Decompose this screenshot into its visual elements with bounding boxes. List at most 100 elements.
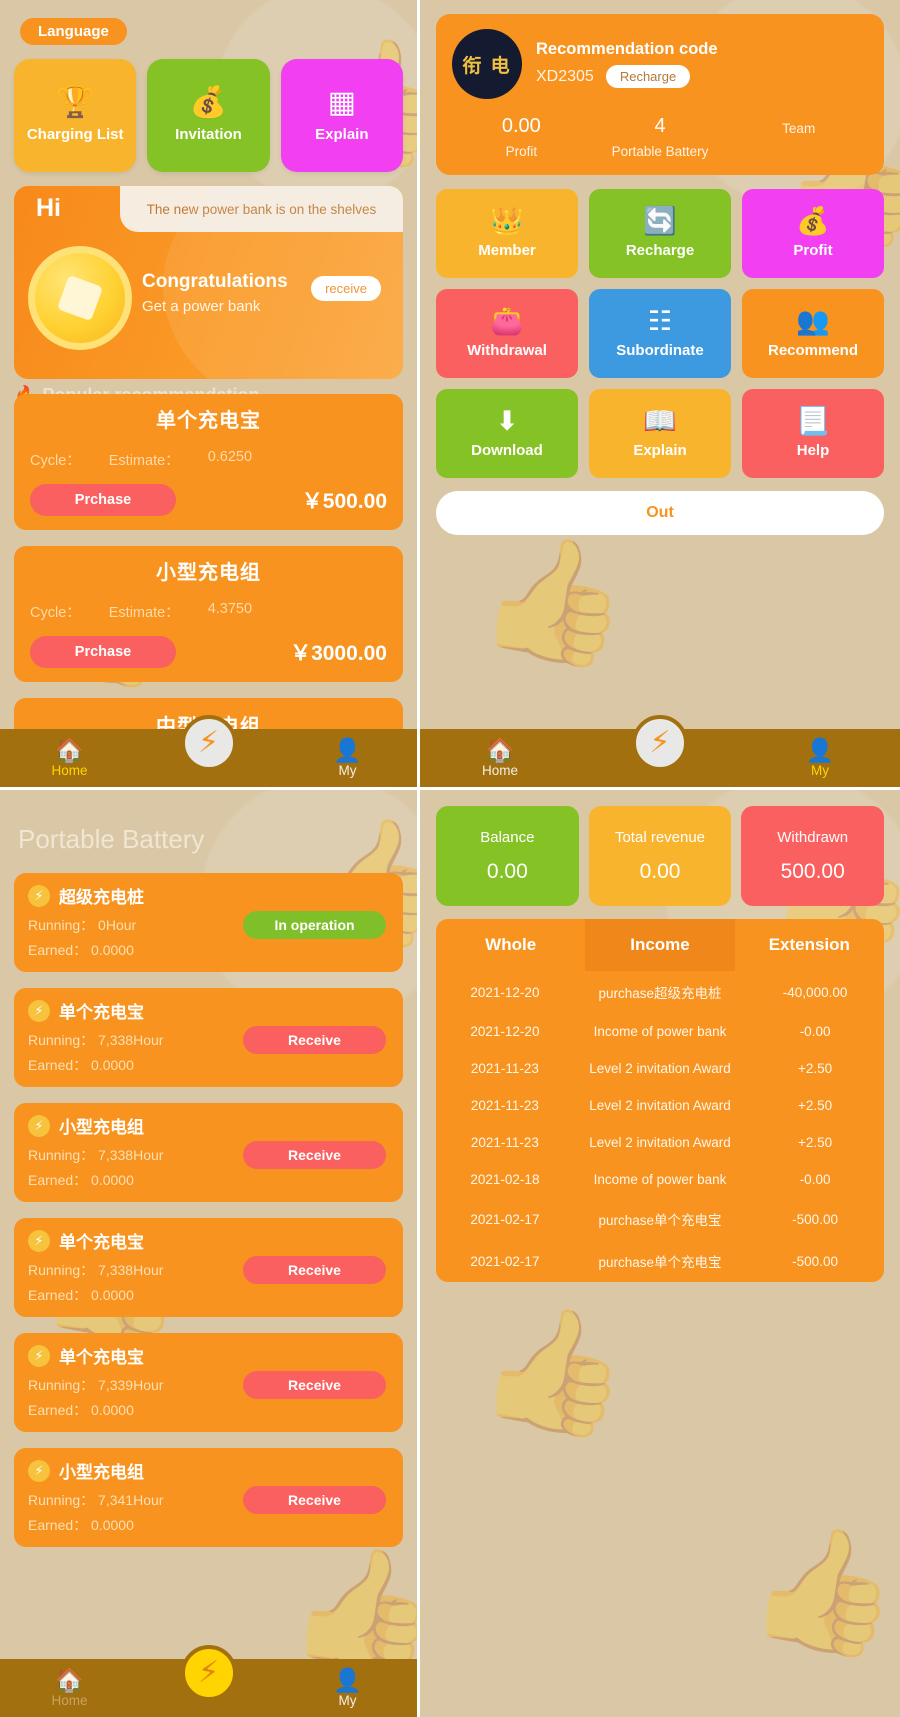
crown-icon: 👑 <box>490 206 524 236</box>
item-action-button[interactable]: Receive <box>243 1026 386 1054</box>
row-description: purchase单个充电宝 <box>598 1213 722 1228</box>
balance-card-withdrawn[interactable]: Withdrawn 500.00 <box>741 806 885 906</box>
tab-my[interactable]: 👤 My <box>278 1668 417 1708</box>
balance-card-balance[interactable]: Balance 0.00 <box>436 806 579 906</box>
tab-my[interactable]: 👤 My <box>278 738 417 778</box>
quick-tile-charging-list[interactable]: 🏆 Charging List <box>14 59 137 172</box>
row-description: Level 2 invitation Award <box>589 1061 731 1076</box>
item-name: 小型充电组 <box>59 1463 144 1482</box>
charge-fab-button[interactable]: ⚡ <box>180 715 237 771</box>
tab-label: Home <box>481 762 518 778</box>
money-bag-icon: 💰 <box>796 206 830 236</box>
hierarchy-icon: ☷ <box>647 306 673 336</box>
table-row: 2021-12-20 Income of power bank -0.00 <box>436 1013 884 1050</box>
logout-button[interactable]: Out <box>436 491 884 535</box>
purchase-button[interactable]: Prchase <box>30 636 176 668</box>
menu-item-recommend[interactable]: 👥 Recommend <box>742 289 884 378</box>
list-item[interactable]: ⚡ 超级充电桩 Running： 0Hour Earned： 0.0000 In… <box>14 873 403 972</box>
item-name: 超级充电桩 <box>59 888 144 907</box>
tab-label: Home <box>51 762 88 778</box>
menu-item-withdrawal[interactable]: 👛 Withdrawal <box>436 289 578 378</box>
table-row: 2021-12-20 purchase超级充电桩 -40,000.00 <box>436 971 884 1013</box>
menu-item-member[interactable]: 👑 Member <box>436 189 578 278</box>
item-header: ⚡ 单个充电宝 <box>28 1228 389 1253</box>
charge-fab-button[interactable]: ⚡ <box>632 715 688 771</box>
tab-whole[interactable]: Whole <box>436 919 585 971</box>
row-amount: -0.00 <box>799 1172 831 1187</box>
menu-item-explain[interactable]: 📖 Explain <box>589 389 731 478</box>
menu-item-help[interactable]: 📃 Help <box>742 389 884 478</box>
profile-row: 衔 电 Recommendation code XD2305 Recharge <box>452 29 868 99</box>
charge-fab-button[interactable]: ⚡ <box>180 1645 237 1701</box>
menu-item-subordinate[interactable]: ☷ Subordinate <box>589 289 731 378</box>
table-row: 2021-02-18 Income of power bank -0.00 <box>436 1161 884 1198</box>
product-price: ￥3000.00 <box>290 642 387 665</box>
running-value: 7,339Hour <box>98 1377 164 1393</box>
my-screen: 衔 电 Recommendation code XD2305 Recharge … <box>420 0 900 787</box>
recommendation-code-value: XD2305 <box>536 67 594 85</box>
row-date: 2021-02-17 <box>470 1211 540 1227</box>
balance-card-total-revenue[interactable]: Total revenue 0.00 <box>588 806 732 906</box>
stat-label: Portable Battery <box>611 144 709 159</box>
tab-home[interactable]: 🏠 Home <box>0 736 139 778</box>
promo-banner[interactable]: The new power bank is on the shelves Hi … <box>14 186 403 379</box>
list-item[interactable]: ⚡ 小型充电组 Running： 7,341Hour Earned： 0.000… <box>14 1448 403 1547</box>
product-card[interactable]: 单个充电宝 Cycle： Estimate： 0.6250 Prchase ￥5… <box>14 394 403 530</box>
bolt-icon: ⚡ <box>28 1114 50 1137</box>
item-action-button[interactable]: Receive <box>243 1256 386 1284</box>
profile-stats: 0.00 Profit 4 Portable Battery Team <box>452 115 868 159</box>
tab-home[interactable]: 🏠 Home <box>0 1668 139 1708</box>
item-action-button[interactable]: In operation <box>243 911 386 939</box>
tab-extension[interactable]: Extension <box>735 919 884 971</box>
product-meta: Cycle： Estimate： 4.3750 <box>30 601 387 622</box>
item-header: ⚡ 小型充电组 <box>28 1113 389 1138</box>
list-item[interactable]: ⚡ 单个充电宝 Running： 7,338Hour Earned： 0.000… <box>14 988 403 1087</box>
tab-my[interactable]: 👤 My <box>740 738 900 778</box>
item-action-button[interactable]: Receive <box>243 1486 386 1514</box>
menu-item-label: Help <box>796 442 830 459</box>
menu-item-recharge[interactable]: 🔄 Recharge <box>589 189 731 278</box>
menu-item-label: Recharge <box>625 242 695 259</box>
row-date: 2021-11-23 <box>470 1098 539 1113</box>
language-button[interactable]: Language <box>20 18 127 45</box>
list-item[interactable]: ⚡ 小型充电组 Running： 7,338Hour Earned： 0.000… <box>14 1103 403 1202</box>
menu-item-label: Recommend <box>767 342 859 359</box>
users-icon: 👥 <box>796 306 830 336</box>
quick-tile-explain[interactable]: ▦ Explain <box>280 59 403 172</box>
earned-value: 0.0000 <box>91 942 134 958</box>
battery-list: ⚡ 超级充电桩 Running： 0Hour Earned： 0.0000 In… <box>14 873 403 1547</box>
earned-label: Earned： <box>28 1402 88 1418</box>
tab-income[interactable]: Income <box>585 919 735 971</box>
quick-tile-invitation[interactable]: 💰 Invitation <box>147 59 270 172</box>
cycle-label: Cycle： <box>30 453 81 469</box>
item-action-button[interactable]: Receive <box>243 1141 386 1169</box>
item-action-button[interactable]: Receive <box>243 1371 386 1399</box>
list-item[interactable]: ⚡ 单个充电宝 Running： 7,338Hour Earned： 0.000… <box>14 1218 403 1317</box>
estimate-value: 0.6250 <box>207 449 253 465</box>
running-label: Running： <box>28 1262 95 1278</box>
wallet-screen: Balance 0.00 Total revenue 0.00 Withdraw… <box>420 790 900 1717</box>
stat-label: Profit <box>505 144 538 159</box>
estimate-label: Estimate： <box>108 453 180 469</box>
table-row: 2021-11-23 Level 2 invitation Award +2.5… <box>436 1124 884 1161</box>
row-amount: -0.00 <box>799 1024 831 1039</box>
tab-home[interactable]: 🏠 Home <box>420 738 580 778</box>
my-menu-grid: 👑 Member 🔄 Recharge 💰 Profit 👛 Withdrawa… <box>436 189 884 478</box>
row-amount: +2.50 <box>797 1061 833 1076</box>
banner-greeting: Hi <box>36 194 61 222</box>
recharge-button[interactable]: Recharge <box>605 65 691 88</box>
panel-home: 👍 👍 Language 🏆 Charging List 💰 Invitatio… <box>0 0 420 790</box>
menu-item-download[interactable]: ⬇ Download <box>436 389 578 478</box>
purchase-button[interactable]: Prchase <box>30 484 176 516</box>
quick-tile-label: Invitation <box>175 126 242 143</box>
product-card[interactable]: 小型充电组 Cycle： Estimate： 4.3750 Prchase ￥3… <box>14 546 403 682</box>
estimate-value: 4.3750 <box>207 601 253 617</box>
bolt-icon: ⚡ <box>28 884 50 907</box>
bolt-icon: ⚡ <box>28 1229 50 1252</box>
running-value: 7,338Hour <box>98 1147 164 1163</box>
list-item[interactable]: ⚡ 单个充电宝 Running： 7,339Hour Earned： 0.000… <box>14 1333 403 1432</box>
home-icon: 🏠 <box>55 736 84 763</box>
banner-receive-button[interactable]: receive <box>311 276 381 301</box>
menu-item-profit[interactable]: 💰 Profit <box>742 189 884 278</box>
balance-card-value: 0.00 <box>486 859 528 883</box>
